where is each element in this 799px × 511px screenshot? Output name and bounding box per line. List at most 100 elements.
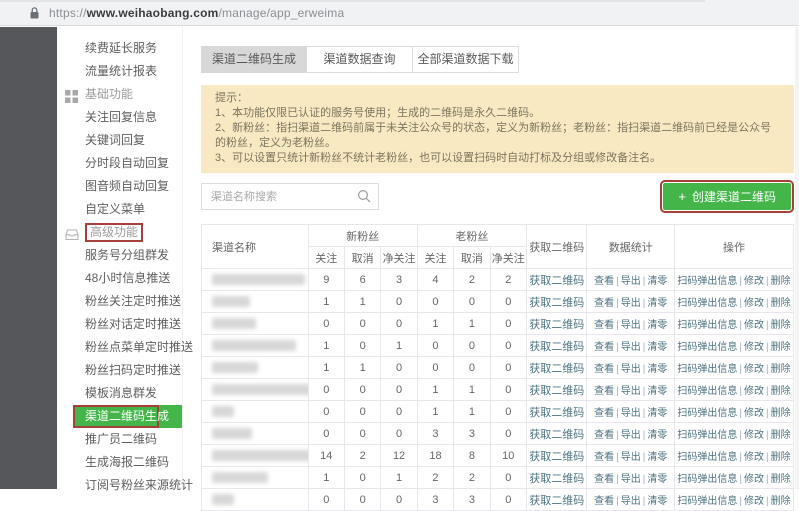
export-link[interactable]: 导出: [621, 342, 641, 353]
export-link[interactable]: 导出: [621, 430, 641, 441]
get-qrcode-link[interactable]: 获取二维码: [529, 319, 584, 331]
sidebar-item-fan-menu-push[interactable]: 粉丝点菜单定时推送: [57, 336, 193, 359]
delete-link[interactable]: 删除: [771, 452, 791, 463]
view-link[interactable]: 查看: [594, 364, 614, 375]
sidebar-item-custom-menu[interactable]: 自定义菜单: [57, 198, 182, 221]
modify-link[interactable]: 修改: [744, 408, 764, 419]
modify-link[interactable]: 修改: [744, 452, 764, 463]
modify-link[interactable]: 修改: [744, 496, 764, 507]
modify-link[interactable]: 修改: [744, 298, 764, 309]
sidebar-item-fan-dialog-push[interactable]: 粉丝对话定时推送: [57, 313, 182, 336]
clear-link[interactable]: 清零: [647, 452, 667, 463]
scan-popup-info-link[interactable]: 扫码弹出信息: [677, 298, 737, 309]
modify-link[interactable]: 修改: [744, 276, 764, 287]
scan-popup-info-link[interactable]: 扫码弹出信息: [677, 364, 737, 375]
scrollbar[interactable]: [795, 27, 799, 489]
clear-link[interactable]: 清零: [647, 474, 667, 485]
sidebar-item-fan-scan-push[interactable]: 粉丝扫码定时推送: [57, 359, 182, 382]
scan-popup-info-link[interactable]: 扫码弹出信息: [677, 496, 737, 507]
export-link[interactable]: 导出: [621, 474, 641, 485]
delete-link[interactable]: 删除: [771, 276, 791, 287]
view-link[interactable]: 查看: [594, 298, 614, 309]
scan-popup-info-link[interactable]: 扫码弹出信息: [677, 408, 737, 419]
sidebar-item-traffic-report[interactable]: 流量统计报表: [57, 60, 182, 83]
browser-address-bar[interactable]: https://www.weihaobang.com/manage/app_er…: [0, 0, 799, 26]
scan-popup-info-link[interactable]: 扫码弹出信息: [677, 430, 737, 441]
get-qrcode-link[interactable]: 获取二维码: [529, 407, 584, 419]
search-icon[interactable]: [357, 189, 371, 208]
sidebar-item-service-group-send[interactable]: 服务号分组群发: [57, 244, 182, 267]
sidebar-item-channel-qrcode-active[interactable]: 渠道二维码生成: [73, 405, 182, 428]
scan-popup-info-link[interactable]: 扫码弹出信息: [677, 452, 737, 463]
modify-link[interactable]: 修改: [744, 320, 764, 331]
scan-popup-info-link[interactable]: 扫码弹出信息: [677, 474, 737, 485]
export-link[interactable]: 导出: [621, 276, 641, 287]
view-link[interactable]: 查看: [594, 474, 614, 485]
sidebar-item-follow-reply[interactable]: 关注回复信息: [57, 106, 182, 129]
get-qrcode-link[interactable]: 获取二维码: [529, 363, 584, 375]
export-link[interactable]: 导出: [621, 364, 641, 375]
delete-link[interactable]: 删除: [771, 320, 791, 331]
get-qrcode-link[interactable]: 获取二维码: [529, 451, 584, 463]
modify-link[interactable]: 修改: [744, 342, 764, 353]
delete-link[interactable]: 删除: [771, 496, 791, 507]
delete-link[interactable]: 删除: [771, 474, 791, 485]
sidebar-item-fan-follow-push[interactable]: 粉丝关注定时推送: [57, 290, 182, 313]
sidebar-item-timed-auto-reply[interactable]: 分时段自动回复: [57, 152, 182, 175]
delete-link[interactable]: 删除: [771, 430, 791, 441]
scan-popup-info-link[interactable]: 扫码弹出信息: [677, 320, 737, 331]
tab-all-channel-download[interactable]: 全部渠道数据下载: [413, 46, 519, 73]
sidebar-item-poster-qrcode[interactable]: 生成海报二维码: [57, 451, 182, 474]
export-link[interactable]: 导出: [621, 496, 641, 507]
get-qrcode-link[interactable]: 获取二维码: [529, 297, 584, 309]
get-qrcode-link[interactable]: 获取二维码: [529, 341, 584, 353]
modify-link[interactable]: 修改: [744, 474, 764, 485]
create-channel-qrcode-button[interactable]: + 创建渠道二维码: [660, 180, 794, 213]
export-link[interactable]: 导出: [621, 298, 641, 309]
export-link[interactable]: 导出: [621, 452, 641, 463]
view-link[interactable]: 查看: [594, 386, 614, 397]
clear-link[interactable]: 清零: [647, 496, 667, 507]
modify-link[interactable]: 修改: [744, 364, 764, 375]
get-qrcode-link[interactable]: 获取二维码: [529, 275, 584, 287]
delete-link[interactable]: 删除: [771, 408, 791, 419]
clear-link[interactable]: 清零: [647, 276, 667, 287]
modify-link[interactable]: 修改: [744, 386, 764, 397]
sidebar-item-48h-push[interactable]: 48小时信息推送: [57, 267, 182, 290]
view-link[interactable]: 查看: [594, 342, 614, 353]
view-link[interactable]: 查看: [594, 320, 614, 331]
sidebar-item-renew-service[interactable]: 续费延长服务: [57, 37, 182, 60]
clear-link[interactable]: 清零: [647, 320, 667, 331]
export-link[interactable]: 导出: [621, 408, 641, 419]
clear-link[interactable]: 清零: [647, 364, 667, 375]
tab-channel-data-query[interactable]: 渠道数据查询: [307, 46, 413, 73]
scan-popup-info-link[interactable]: 扫码弹出信息: [677, 386, 737, 397]
sidebar-item-promoter-qrcode[interactable]: 推广员二维码: [57, 428, 182, 451]
scan-popup-info-link[interactable]: 扫码弹出信息: [677, 276, 737, 287]
scan-popup-info-link[interactable]: 扫码弹出信息: [677, 342, 737, 353]
clear-link[interactable]: 清零: [647, 298, 667, 309]
clear-link[interactable]: 清零: [647, 386, 667, 397]
view-link[interactable]: 查看: [594, 452, 614, 463]
view-link[interactable]: 查看: [594, 430, 614, 441]
tab-channel-qrcode-generate[interactable]: 渠道二维码生成: [201, 46, 307, 73]
export-link[interactable]: 导出: [621, 386, 641, 397]
sidebar-item-media-auto-reply[interactable]: 图音频自动回复: [57, 175, 182, 198]
get-qrcode-link[interactable]: 获取二维码: [529, 473, 584, 485]
get-qrcode-link[interactable]: 获取二维码: [529, 495, 584, 507]
search-input[interactable]: [201, 183, 379, 210]
sidebar-item-subscription-fan-source[interactable]: 订阅号粉丝来源统计: [57, 474, 193, 497]
delete-link[interactable]: 删除: [771, 386, 791, 397]
view-link[interactable]: 查看: [594, 496, 614, 507]
view-link[interactable]: 查看: [594, 408, 614, 419]
view-link[interactable]: 查看: [594, 276, 614, 287]
delete-link[interactable]: 删除: [771, 298, 791, 309]
delete-link[interactable]: 删除: [771, 342, 791, 353]
export-link[interactable]: 导出: [621, 320, 641, 331]
clear-link[interactable]: 清零: [647, 408, 667, 419]
modify-link[interactable]: 修改: [744, 430, 764, 441]
clear-link[interactable]: 清零: [647, 430, 667, 441]
get-qrcode-link[interactable]: 获取二维码: [529, 429, 584, 441]
delete-link[interactable]: 删除: [771, 364, 791, 375]
sidebar-item-keyword-reply[interactable]: 关键词回复: [57, 129, 182, 152]
